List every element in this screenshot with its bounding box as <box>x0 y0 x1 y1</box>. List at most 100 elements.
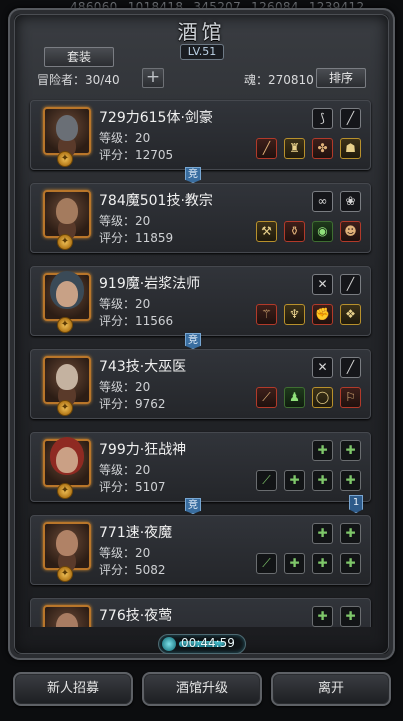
hero-card[interactable]: 776技·夜莺 ✚ ✚ <box>30 598 371 627</box>
tavern-level-badge: LV.51 <box>180 44 224 60</box>
gear-icon: ✦ <box>57 400 73 416</box>
sort-button[interactable]: 排序 <box>316 68 366 88</box>
hero-portrait[interactable] <box>43 522 91 570</box>
hero-card[interactable]: ✦ 919魔·岩浆法师 等级：20 评分：11566 ✕ ╱ ⚚ ♆ ✊ ❖ <box>30 266 371 336</box>
arena-tag: 竞 <box>185 333 201 349</box>
add-slot-icon[interactable]: ✚ <box>340 440 361 461</box>
potion-icon[interactable]: ⚱ <box>284 221 305 242</box>
timer-text: 00:44:59 <box>181 636 235 650</box>
hero-score: 评分：12705 <box>99 148 174 162</box>
hero-score: 评分：11859 <box>99 231 174 245</box>
crossed-blades-icon[interactable]: ✕ <box>312 357 333 378</box>
tome-icon[interactable]: ❖ <box>340 304 361 325</box>
helmet-icon[interactable]: ☗ <box>340 138 361 159</box>
hero-name: 743技·大巫医 <box>99 359 187 375</box>
crossed-blades-icon[interactable]: ✕ <box>312 274 333 295</box>
add-slot-icon[interactable]: ⟋ <box>256 553 277 574</box>
add-slot-icon[interactable]: ✚ <box>284 553 305 574</box>
countdown-timer: 00:44:59 <box>158 634 246 654</box>
rose-icon[interactable]: ❀ <box>340 191 361 212</box>
equipment-slots: ✚ ✚ <box>246 605 368 627</box>
hero-name: 729力615体·剑豪 <box>99 110 213 126</box>
add-slot-icon[interactable]: ✚ <box>340 523 361 544</box>
hero-name: 771速·夜魔 <box>99 525 173 541</box>
leave-button[interactable]: 离开 <box>271 672 391 706</box>
add-adventurer-button[interactable]: + <box>142 68 164 88</box>
hero-list[interactable]: ✦ 729力615体·剑豪 等级：20 评分：12705 ⟆ ╱ ╱ ♜ ✤ ☗… <box>22 95 379 627</box>
wings-icon[interactable]: ✤ <box>312 138 333 159</box>
blade-icon[interactable]: ╱ <box>340 108 361 129</box>
gauntlet-icon[interactable]: ✊ <box>312 304 333 325</box>
add-slot-icon[interactable]: ⟋ <box>256 470 277 491</box>
hero-card[interactable]: ✦ 799力·狂战神 等级：20 评分：5107 ✚ ✚ ⟋ ✚ ✚ ✚ <box>30 432 371 502</box>
equipment-slots: ⟆ ╱ ╱ ♜ ✤ ☗ <box>246 107 368 167</box>
hero-portrait[interactable] <box>43 356 91 404</box>
hero-level: 等级：20 <box>99 214 151 228</box>
hero-level: 等级：20 <box>99 463 151 477</box>
add-slot-icon[interactable]: ✚ <box>312 440 333 461</box>
hero-portrait[interactable] <box>43 107 91 155</box>
count-tag: 1 <box>349 495 363 513</box>
set-button[interactable]: 套装 <box>44 47 114 67</box>
gear-icon: ✦ <box>57 151 73 167</box>
hero-score: 评分：11566 <box>99 314 174 328</box>
soul-count: 魂：270810 <box>244 73 314 87</box>
hero-portrait[interactable] <box>43 605 91 627</box>
hero-score: 评分：9762 <box>99 397 166 411</box>
hero-score: 评分：5107 <box>99 480 166 494</box>
hero-portrait[interactable] <box>43 273 91 321</box>
totem-icon[interactable]: ♟ <box>284 387 305 408</box>
wand-icon[interactable]: ⟋ <box>256 387 277 408</box>
mask-icon[interactable]: ☻ <box>340 221 361 242</box>
chain-icon[interactable]: ∞ <box>312 191 333 212</box>
hero-portrait[interactable] <box>43 190 91 238</box>
equipment-slots: ✚ ✚ ⟋ ✚ ✚ ✚ <box>246 522 368 582</box>
blade-icon[interactable]: ╱ <box>340 357 361 378</box>
add-slot-icon[interactable]: ✚ <box>312 523 333 544</box>
scythe-icon[interactable]: ⟆ <box>312 108 333 129</box>
add-slot-icon[interactable]: ✚ <box>312 470 333 491</box>
gear-icon: ✦ <box>57 566 73 582</box>
ring-icon[interactable]: ◯ <box>312 387 333 408</box>
hero-name: 776技·夜莺 <box>99 608 173 624</box>
add-slot-icon[interactable]: ✚ <box>284 470 305 491</box>
hero-card[interactable]: ✦ 784魔501技·教宗 等级：20 评分：11859 ∞ ❀ ⚒ ⚱ ◉ ☻ <box>30 183 371 253</box>
gear-icon: ✦ <box>57 234 73 250</box>
dagger-icon[interactable]: ╱ <box>340 274 361 295</box>
upgrade-tavern-button[interactable]: 酒馆升级 <box>142 672 262 706</box>
equipment-slots: ✕ ╱ ⚚ ♆ ✊ ❖ <box>246 273 368 333</box>
recruit-button[interactable]: 新人招募 <box>13 672 133 706</box>
orb-icon[interactable]: ◉ <box>312 221 333 242</box>
gear-icon: ✦ <box>57 483 73 499</box>
hero-level: 等级：20 <box>99 546 151 560</box>
hero-name: 799力·狂战神 <box>99 442 187 458</box>
page-title: 酒馆 <box>177 20 226 44</box>
adventurer-count: 冒险者：30/40 <box>37 73 120 87</box>
hero-level: 等级：20 <box>99 380 151 394</box>
gear-icon: ✦ <box>57 317 73 333</box>
hero-level: 等级：20 <box>99 297 151 311</box>
add-slot-icon[interactable]: ✚ <box>312 553 333 574</box>
sword-icon[interactable]: ╱ <box>256 138 277 159</box>
hero-name: 919魔·岩浆法师 <box>99 276 201 292</box>
robe-icon[interactable]: ♆ <box>284 304 305 325</box>
arena-tag: 竞 <box>185 498 201 514</box>
add-slot-icon[interactable]: ✚ <box>312 606 333 627</box>
hero-portrait[interactable] <box>43 439 91 487</box>
hammer-icon[interactable]: ⚒ <box>256 221 277 242</box>
hero-level: 等级：20 <box>99 131 151 145</box>
equipment-slots: ✕ ╱ ⟋ ♟ ◯ ⚐ <box>246 356 368 416</box>
hero-card[interactable]: ✦ 743技·大巫医 等级：20 评分：9762 ✕ ╱ ⟋ ♟ ◯ ⚐ <box>30 349 371 419</box>
boots-icon[interactable]: ⚐ <box>340 387 361 408</box>
add-slot-icon[interactable]: ✚ <box>340 606 361 627</box>
arena-tag: 竞 <box>185 167 201 183</box>
staff-icon[interactable]: ⚚ <box>256 304 277 325</box>
armor-icon[interactable]: ♜ <box>284 138 305 159</box>
hero-name: 784魔501技·教宗 <box>99 193 213 209</box>
hero-card[interactable]: ✦ 729力615体·剑豪 等级：20 评分：12705 ⟆ ╱ ╱ ♜ ✤ ☗ <box>30 100 371 170</box>
hero-score: 评分：5082 <box>99 563 166 577</box>
add-slot-icon[interactable]: ✚ <box>340 553 361 574</box>
add-slot-icon[interactable]: ✚ <box>340 470 361 491</box>
equipment-slots: ✚ ✚ ⟋ ✚ ✚ ✚ <box>246 439 368 499</box>
hero-card[interactable]: ✦ 771速·夜魔 等级：20 评分：5082 ✚ ✚ ⟋ ✚ ✚ ✚ <box>30 515 371 585</box>
